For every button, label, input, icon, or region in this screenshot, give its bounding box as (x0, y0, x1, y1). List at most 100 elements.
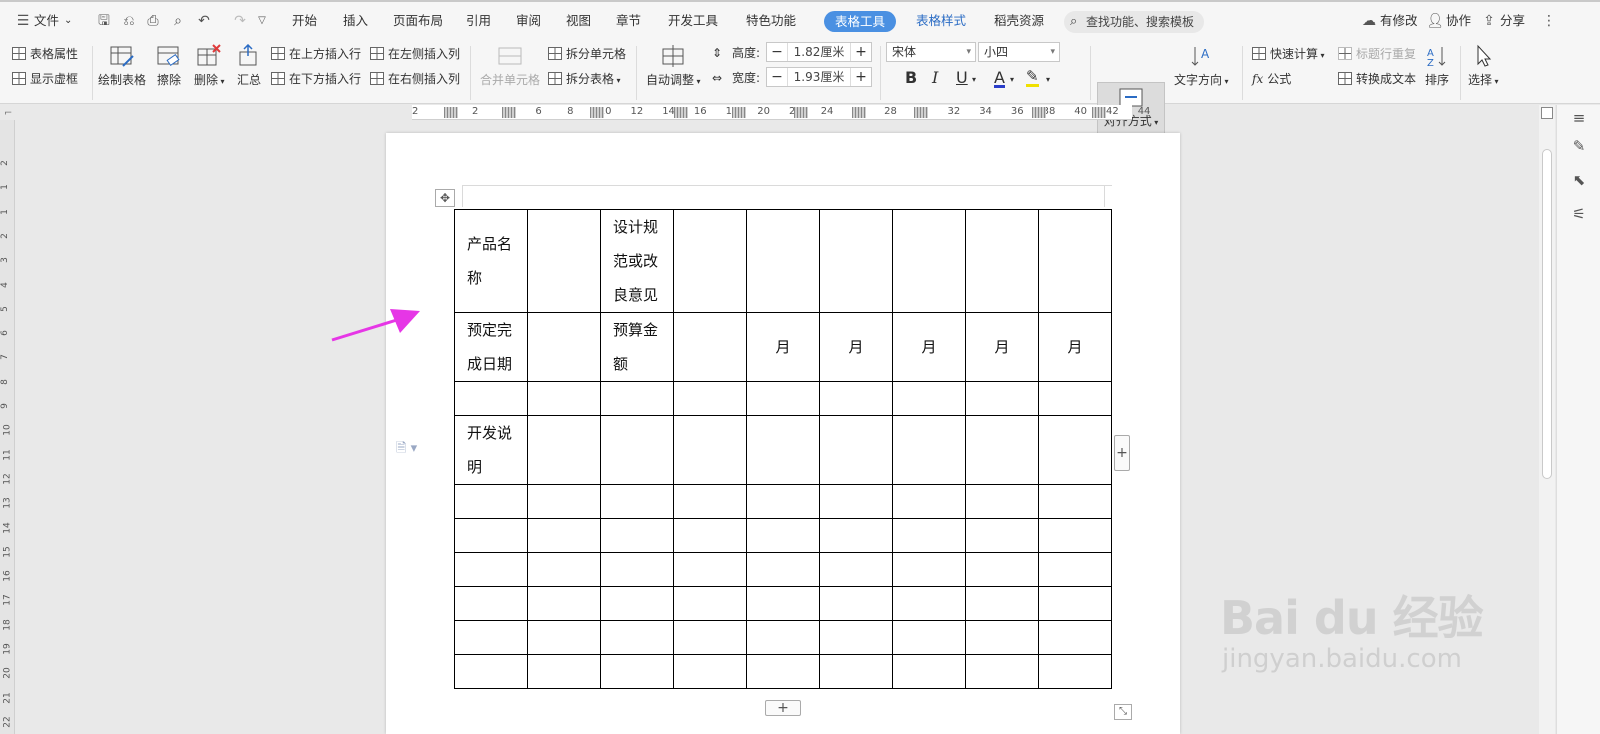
table-cell[interactable] (527, 209, 601, 313)
table-cell[interactable]: 月 (746, 312, 820, 382)
search-input[interactable]: ⌕ 查找功能、搜索模板 (1064, 11, 1204, 33)
split-cells-button[interactable]: 拆分单元格 (548, 46, 626, 62)
document-table[interactable]: 产品名称 设计规范或改良意见 预定完成日期 预算金额月月月月月开发说明 (454, 209, 1112, 689)
insert-row-above-button[interactable]: 在上方插入行 (271, 46, 361, 62)
ruler-grip-icon[interactable] (674, 107, 688, 118)
table-cell[interactable] (965, 586, 1039, 621)
table-cell[interactable] (819, 209, 893, 313)
share-button[interactable]: 分享 (1500, 12, 1525, 30)
table-cell[interactable]: 预定完成日期 (454, 312, 528, 382)
tab-table-tools[interactable]: 表格工具 (824, 11, 897, 32)
tab-section[interactable]: 章节 (616, 12, 641, 30)
tab-page-layout[interactable]: 页面布局 (393, 12, 443, 30)
column-width-value[interactable]: 1.93厘米 (787, 68, 851, 86)
hamburger-icon[interactable]: ☰ (14, 12, 32, 30)
collaborate-button[interactable]: 协作 (1446, 12, 1471, 30)
insert-column-right-button[interactable]: 在右侧插入列 (370, 71, 460, 87)
table-cell[interactable] (746, 415, 820, 485)
ruler-grip-icon[interactable] (1032, 107, 1046, 118)
table-cell[interactable] (527, 552, 601, 587)
table-cell[interactable] (673, 620, 747, 655)
chevron-down-icon[interactable]: ⌄ (64, 12, 72, 30)
table-cell[interactable] (965, 518, 1039, 553)
scrollbar-thumb[interactable] (1542, 149, 1552, 479)
table-cell[interactable]: 开发说明 (454, 415, 528, 485)
table-cell[interactable] (746, 586, 820, 621)
table-cell[interactable] (1038, 209, 1112, 313)
table-cell[interactable] (600, 586, 674, 621)
text-direction-button[interactable]: A 文字方向 ▾ (1174, 44, 1229, 88)
table-cell[interactable] (965, 415, 1039, 485)
table-cell[interactable] (965, 654, 1039, 689)
table-cell[interactable] (892, 415, 966, 485)
table-cell[interactable] (454, 654, 528, 689)
table-cell[interactable] (673, 586, 747, 621)
table-cell[interactable]: 产品名称 (454, 209, 528, 313)
font-color-button[interactable]: A (994, 70, 1005, 88)
table-resize-handle-icon[interactable]: ⤡ (1114, 704, 1132, 720)
ruler-grip-icon[interactable] (502, 107, 516, 118)
table-cell[interactable] (600, 381, 674, 416)
table-cell[interactable] (673, 484, 747, 519)
table-cell[interactable] (1038, 415, 1112, 485)
paragraph-options-icon[interactable]: 🗎︎ ▾ (396, 439, 417, 461)
table-cell[interactable] (454, 552, 528, 587)
tab-table-style[interactable]: 表格样式 (916, 12, 966, 30)
modified-status[interactable]: 有修改 (1380, 12, 1418, 30)
table-cell[interactable] (819, 381, 893, 416)
redo-icon[interactable]: ↷ (231, 12, 249, 30)
ruler-grip-icon[interactable] (852, 107, 866, 118)
table-cell[interactable] (454, 381, 528, 416)
table-cell[interactable] (819, 484, 893, 519)
table-cell[interactable] (965, 381, 1039, 416)
table-cell[interactable] (454, 518, 528, 553)
more-options-icon[interactable]: ⋮ (1540, 12, 1558, 30)
table-cell[interactable] (600, 552, 674, 587)
decrease-width-button[interactable]: − (767, 69, 787, 85)
add-row-button[interactable]: + (765, 700, 801, 716)
table-cell[interactable] (1038, 552, 1112, 587)
chevron-down-icon[interactable]: ▾ (1046, 72, 1050, 88)
table-cell[interactable] (892, 586, 966, 621)
row-height-value[interactable]: 1.82厘米 (787, 43, 851, 61)
table-cell[interactable] (600, 484, 674, 519)
table-cell[interactable] (527, 620, 601, 655)
table-cell[interactable] (746, 381, 820, 416)
show-gridlines-button[interactable]: 显示虚框 (12, 71, 78, 87)
summary-button[interactable]: 汇总 (236, 44, 262, 88)
tab-view[interactable]: 视图 (566, 12, 591, 30)
quick-calc-button[interactable]: 快速计算 ▾ (1252, 46, 1325, 64)
formula-button[interactable]: fx 公式 (1252, 71, 1291, 87)
table-cell[interactable] (527, 312, 601, 382)
font-size-select[interactable]: 小四 ▾ (978, 42, 1060, 62)
table-cell[interactable] (819, 620, 893, 655)
table-cell[interactable] (1038, 518, 1112, 553)
table-cell[interactable] (819, 552, 893, 587)
split-table-button[interactable]: 拆分表格 ▾ (548, 71, 621, 89)
save-icon[interactable]: 🖫 (95, 12, 113, 30)
draw-table-button[interactable]: 绘制表格 (98, 44, 146, 88)
increase-width-button[interactable]: + (851, 69, 871, 85)
ruler-grip-icon[interactable] (914, 107, 928, 118)
auto-fit-button[interactable]: 自动调整 ▾ (646, 44, 701, 88)
add-column-button[interactable]: + (1114, 435, 1130, 471)
erase-button[interactable]: 擦除 (156, 44, 182, 88)
table-cell[interactable] (673, 518, 747, 553)
vertical-scrollbar[interactable] (1539, 105, 1555, 734)
tab-review[interactable]: 审阅 (516, 12, 541, 30)
horizontal-ruler[interactable]: 2246810121416182022242628303234363840424… (412, 105, 1150, 120)
table-move-handle-icon[interactable]: ✥ (435, 189, 455, 207)
table-cell[interactable] (746, 620, 820, 655)
table-cell[interactable] (600, 518, 674, 553)
document-page[interactable]: ✥ 产品名称 设计规范或改良意见 预定完成日期 预算金额月月月月月开发说明 + + ⤡… (386, 133, 1180, 734)
table-cell[interactable] (673, 381, 747, 416)
table-cell[interactable] (819, 654, 893, 689)
table-cell[interactable] (673, 209, 747, 313)
table-cell[interactable] (454, 620, 528, 655)
delete-button[interactable]: 删除 ▾ (194, 44, 225, 88)
table-cell[interactable] (673, 654, 747, 689)
table-cell[interactable] (454, 586, 528, 621)
italic-button[interactable]: I (932, 70, 938, 86)
table-cell[interactable] (454, 484, 528, 519)
undo-icon[interactable]: ↶ (195, 12, 213, 30)
